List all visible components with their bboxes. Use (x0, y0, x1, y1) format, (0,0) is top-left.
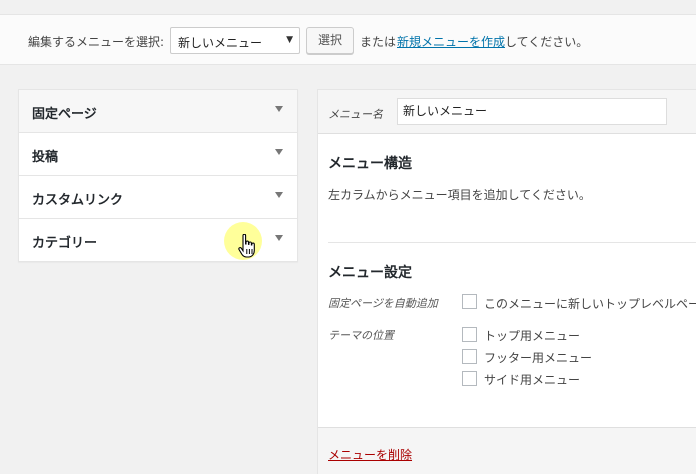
triangle-down-icon[interactable] (275, 106, 283, 112)
accordion-item-label: カスタムリンク (32, 193, 124, 208)
divider (328, 242, 696, 243)
auto-add-pages-label: 固定ページを自動追加 (328, 297, 438, 310)
menu-select-dropdown[interactable]: 新しいメニュー ▼ (170, 27, 300, 54)
accordion-item-label: カテゴリー (32, 236, 98, 251)
menu-name-input[interactable]: 新しいメニュー (397, 98, 667, 125)
menu-structure-description: 左カラムからメニュー項目を追加してください。 (328, 188, 591, 202)
location-side-text: サイド用メニュー (484, 373, 581, 387)
location-footer-checkbox[interactable] (462, 349, 477, 364)
auto-add-checkbox[interactable] (462, 294, 477, 309)
location-footer-text: フッター用メニュー (484, 351, 593, 365)
accordion-item-custom-links[interactable]: カスタムリンク (19, 176, 297, 219)
hand-pointer-icon (238, 234, 255, 258)
menu-edit-panel: メニュー名 新しいメニュー メニュー構造 左カラムからメニュー項目を追加してくだ… (317, 89, 696, 474)
theme-location-label: テーマの位置 (328, 329, 394, 342)
menu-settings-title: メニュー設定 (328, 265, 412, 281)
chevron-down-icon: ▼ (286, 35, 293, 45)
delete-menu-link[interactable]: メニューを削除 (328, 446, 412, 463)
select-button[interactable]: 選択 (306, 27, 354, 54)
location-side-checkbox[interactable] (462, 371, 477, 386)
location-top-checkbox[interactable] (462, 327, 477, 342)
suffix-text: してください。 (505, 35, 589, 49)
auto-add-text: このメニューに新しいトップレベルページ (484, 297, 696, 311)
accordion-item-label: 固定ページ (32, 107, 97, 122)
create-new-menu-link[interactable]: 新規メニューを作成 (397, 33, 505, 50)
menu-name-label: メニュー名 (328, 108, 383, 121)
accordion-item-label: 投稿 (32, 150, 59, 165)
triangle-down-icon[interactable] (275, 149, 283, 155)
menu-footer: メニューを削除 (318, 427, 696, 474)
location-top-text: トップ用メニュー (484, 329, 581, 343)
triangle-down-icon[interactable] (275, 235, 283, 241)
accordion-item-pages[interactable]: 固定ページ (19, 90, 297, 133)
select-menu-label: 編集するメニューを選択: (28, 35, 165, 49)
accordion-item-posts[interactable]: 投稿 (19, 133, 297, 176)
menu-structure-title: メニュー構造 (328, 156, 412, 172)
triangle-down-icon[interactable] (275, 192, 283, 198)
menu-name-header: メニュー名 新しいメニュー (318, 90, 696, 134)
or-text: または (360, 35, 397, 49)
menu-select-bar: 編集するメニューを選択: 新しいメニュー ▼ 選択 または 新規メニューを作成 … (0, 14, 696, 65)
menu-select-value: 新しいメニュー (178, 36, 263, 50)
